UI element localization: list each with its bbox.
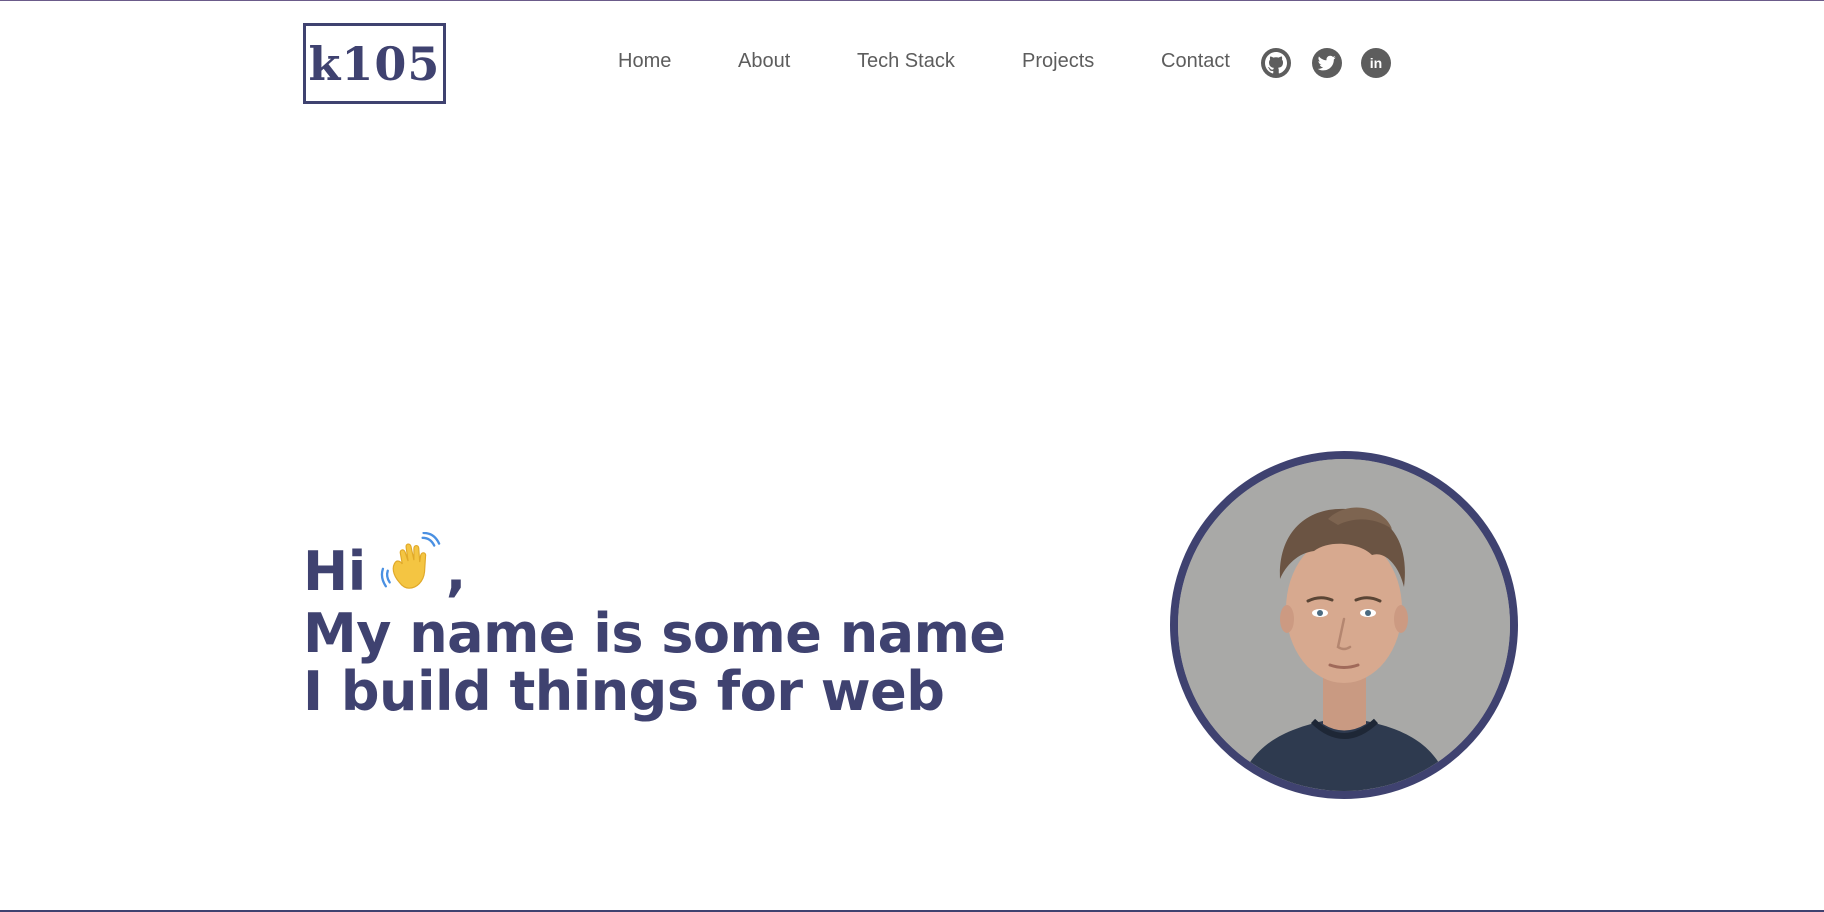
twitter-link[interactable] <box>1312 48 1342 78</box>
nav-projects-link[interactable]: Projects <box>1022 50 1094 73</box>
profile-photo <box>1170 451 1518 799</box>
nav-tech-stack-link[interactable]: Tech Stack <box>857 50 955 73</box>
twitter-icon <box>1318 55 1336 71</box>
waving-hand-icon <box>380 531 442 605</box>
hero-name-line: My name is some name <box>303 602 1006 665</box>
hero-greeting-line: Hi , <box>303 531 1005 605</box>
github-link[interactable] <box>1261 48 1291 78</box>
hero-greeting: Hi <box>303 540 366 603</box>
nav-home-link[interactable]: Home <box>618 50 671 73</box>
linkedin-link[interactable]: in <box>1361 48 1391 78</box>
site-header: k105 Home About Tech Stack Projects Cont… <box>0 0 1824 110</box>
github-icon <box>1265 52 1287 74</box>
hero-greeting-suffix: , <box>445 540 467 603</box>
nav-contact-link[interactable]: Contact <box>1161 50 1230 73</box>
hero-tagline: I build things for web <box>303 660 945 723</box>
nav-about-link[interactable]: About <box>738 50 790 73</box>
linkedin-icon: in <box>1369 55 1383 71</box>
hero-heading: Hi , My name is some name I build things… <box>303 531 1006 723</box>
main-nav: Home About Tech Stack Projects Contact i… <box>0 0 1824 110</box>
